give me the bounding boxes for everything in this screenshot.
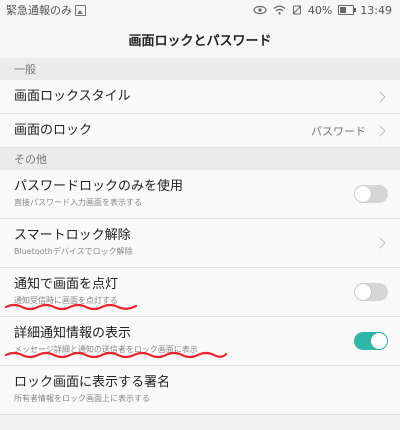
toggle-knob	[371, 333, 387, 349]
chevron-right-icon	[374, 90, 386, 103]
detailed-notification-title: 詳細通知情報の表示	[14, 326, 132, 341]
no-sim-icon	[292, 5, 302, 15]
password-lock-only-item[interactable]: パスワードロックのみを使用 直接パスワード入力画面を表示する	[0, 170, 400, 219]
password-lock-only-toggle[interactable]	[354, 185, 388, 203]
notification-wake-item[interactable]: 通知で画面を点灯 通知受信時に画面を点灯する	[0, 268, 400, 317]
eye-comfort-icon	[253, 5, 267, 15]
notification-wake-subtitle: 通知受信時に画面を点灯する	[14, 296, 118, 305]
screen-lock-value: パスワード	[311, 124, 366, 138]
status-left: 緊急通報のみ	[6, 2, 86, 18]
lock-screen-signature-title: ロック画面に表示する署名	[14, 375, 171, 390]
section-header-other: その他	[0, 148, 400, 170]
clock: 13:49	[360, 3, 392, 17]
detailed-notification-subtitle: メッセージ詳細と通知の送信者をロック画面に表示	[14, 345, 198, 354]
image-notification-icon	[75, 4, 86, 16]
battery-percent: 40%	[307, 3, 333, 17]
battery-icon	[338, 5, 357, 15]
notification-wake-title: 通知で画面を点灯	[14, 277, 119, 292]
detailed-notification-item[interactable]: 詳細通知情報の表示 メッセージ詳細と通知の送信者をロック画面に表示	[0, 317, 400, 366]
screen-lock-title: 画面のロック	[14, 122, 93, 138]
screen-lock-item[interactable]: 画面のロック パスワード	[0, 114, 400, 148]
status-right: 40% 13:49	[253, 4, 392, 17]
section-header-label: その他	[14, 153, 47, 166]
page-title: 画面ロックとパスワード	[128, 33, 272, 49]
smart-lock-subtitle: Bluetoothデバイスでロック解除	[14, 247, 133, 256]
toggle-knob	[355, 284, 371, 300]
password-lock-only-subtitle: 直接パスワード入力画面を表示する	[14, 198, 142, 207]
lock-screen-signature-subtitle: 所有者情報をロック画面上に表示する	[14, 394, 150, 403]
toggle-knob	[355, 186, 371, 202]
emergency-calls-text: 緊急通報のみ	[6, 4, 72, 17]
title-bar: 画面ロックとパスワード	[0, 20, 400, 58]
section-header-general: 一般	[0, 58, 400, 80]
section-header-label: 一般	[14, 63, 36, 76]
detailed-notification-toggle[interactable]	[354, 332, 388, 350]
screen-lock-style-item[interactable]: 画面ロックスタイル	[0, 80, 400, 114]
screen-lock-style-title: 画面ロックスタイル	[14, 88, 131, 104]
lock-screen-signature-item[interactable]: ロック画面に表示する署名 所有者情報をロック画面上に表示する	[0, 366, 400, 415]
chevron-right-icon	[374, 237, 386, 249]
status-bar: 緊急通報のみ 40% 13:49	[0, 0, 400, 20]
smart-lock-item[interactable]: スマートロック解除 Bluetoothデバイスでロック解除	[0, 219, 400, 268]
notification-wake-toggle[interactable]	[354, 283, 388, 301]
smart-lock-title: スマートロック解除	[14, 228, 131, 243]
wifi-icon	[273, 5, 286, 15]
password-lock-only-title: パスワードロックのみを使用	[14, 179, 184, 194]
chevron-right-icon	[374, 124, 386, 137]
